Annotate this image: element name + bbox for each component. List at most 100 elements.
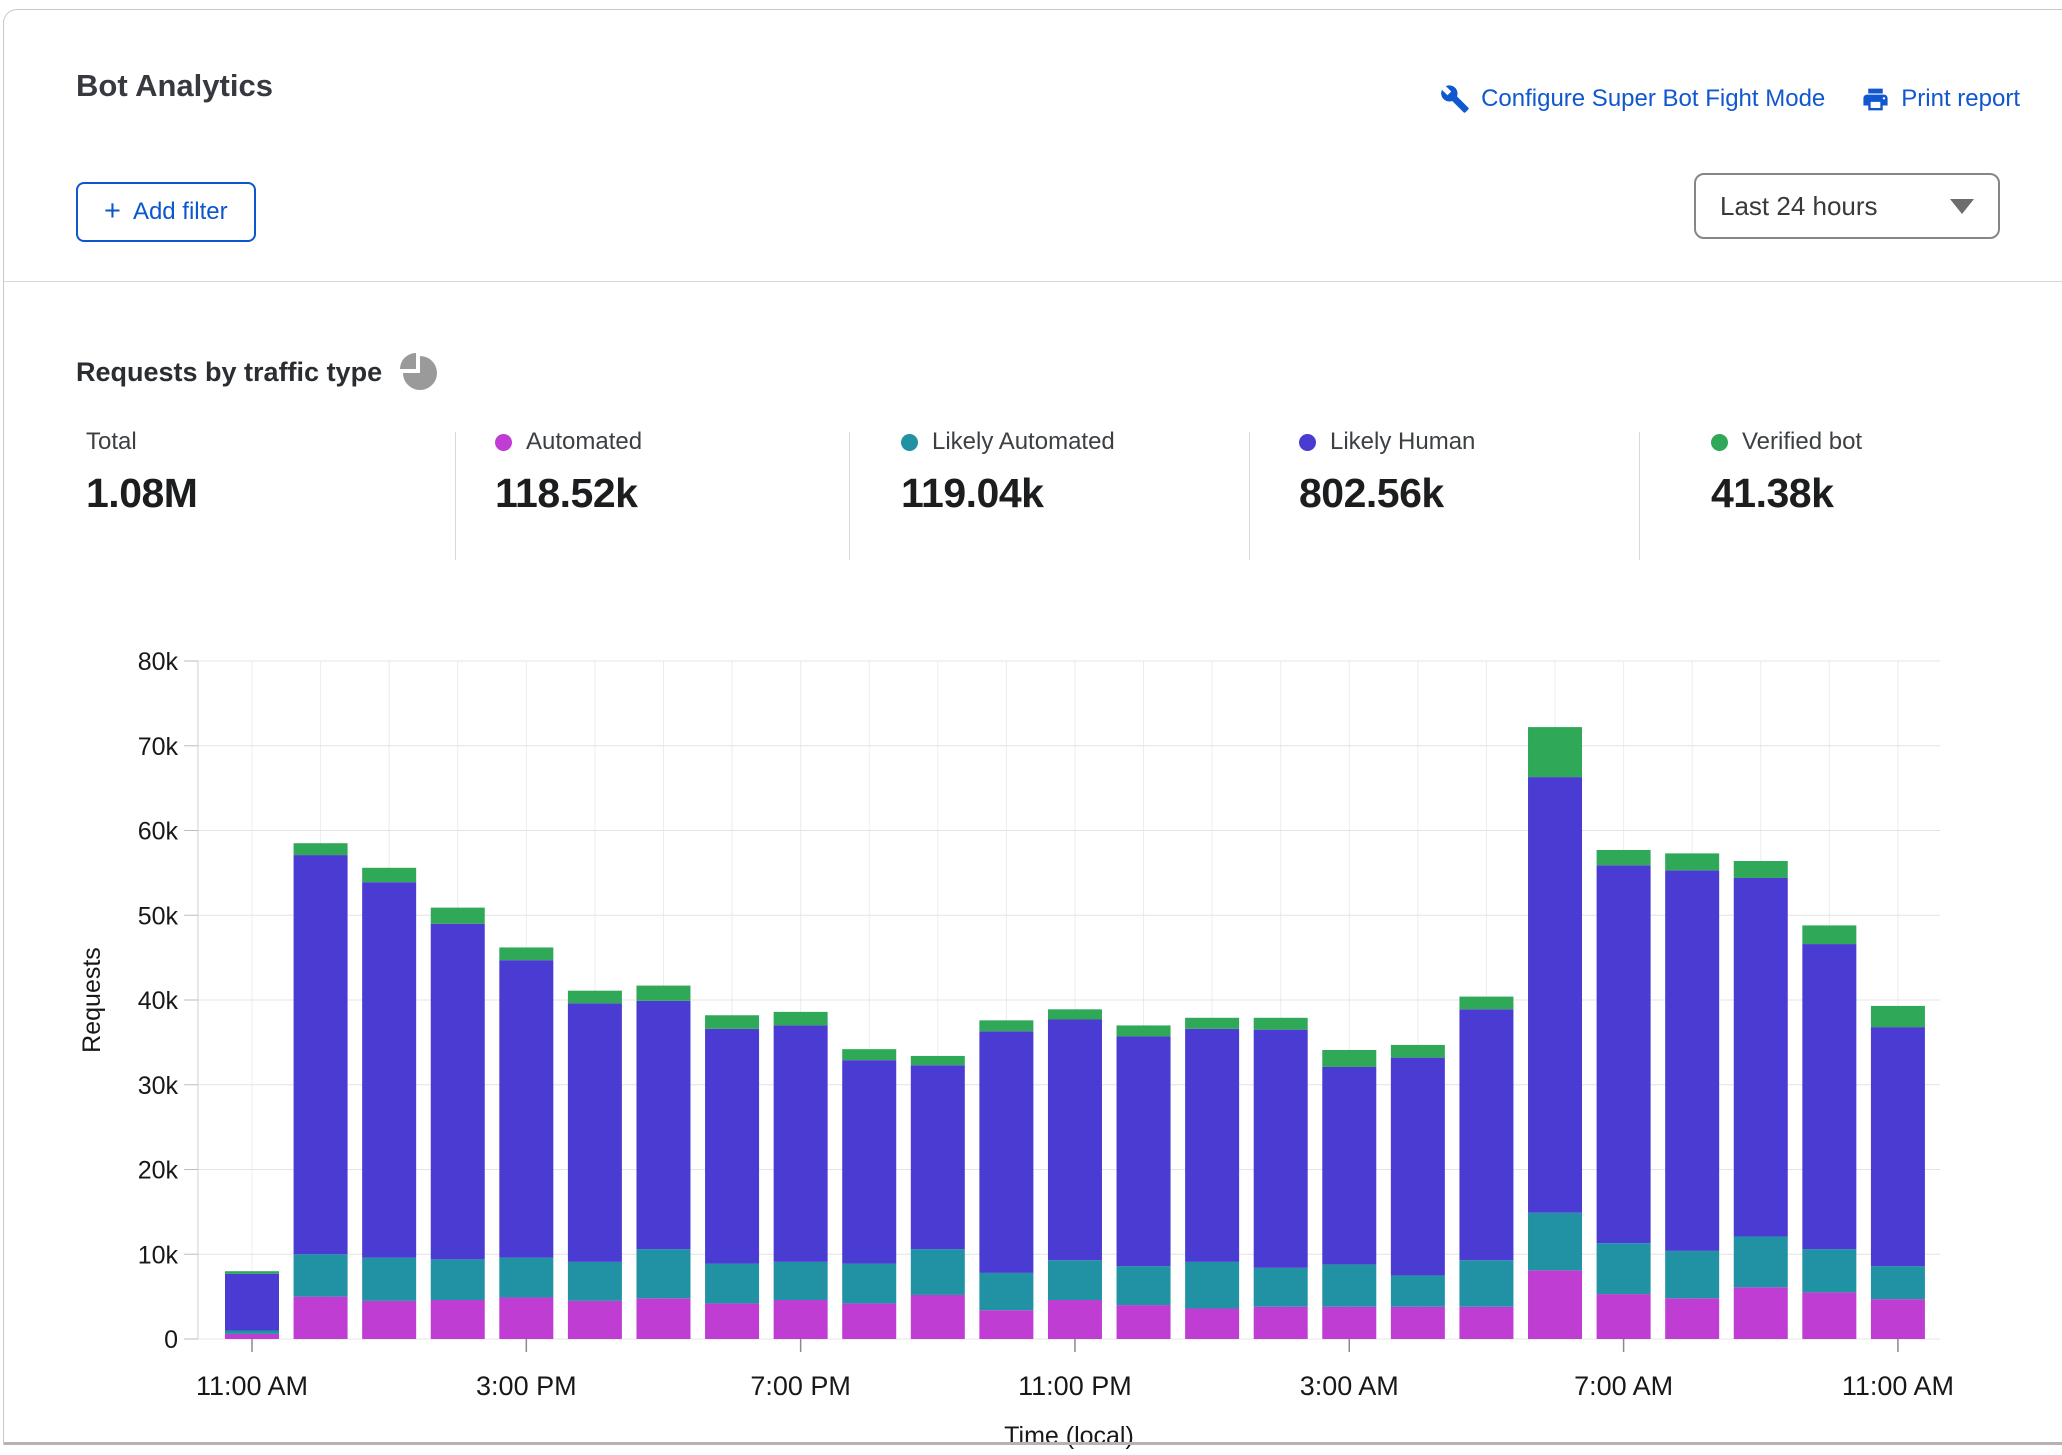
add-filter-button[interactable]: + Add filter — [76, 182, 256, 242]
bar-segment-likely-human[interactable] — [499, 960, 553, 1257]
bar-segment-likely-automated[interactable] — [1322, 1264, 1376, 1306]
bar-segment-likely-automated[interactable] — [294, 1254, 348, 1296]
bar-segment-verified-bot[interactable] — [1322, 1050, 1376, 1067]
bar-segment-likely-automated[interactable] — [636, 1249, 690, 1298]
bar-segment-verified-bot[interactable] — [1185, 1018, 1239, 1029]
bar-segment-automated[interactable] — [1802, 1292, 1856, 1339]
bar-segment-automated[interactable] — [1391, 1307, 1445, 1339]
bar-segment-likely-human[interactable] — [1391, 1058, 1445, 1276]
bar-segment-automated[interactable] — [568, 1301, 622, 1339]
bar-segment-likely-automated[interactable] — [1871, 1266, 1925, 1299]
bar-segment-automated[interactable] — [911, 1295, 965, 1339]
bar-segment-automated[interactable] — [1322, 1307, 1376, 1339]
time-range-select[interactable]: Last 24 hours — [1694, 173, 2000, 239]
bar-segment-automated[interactable] — [979, 1310, 1033, 1339]
bar-segment-likely-automated[interactable] — [1391, 1275, 1445, 1306]
bar-segment-likely-human[interactable] — [568, 1003, 622, 1261]
bar-segment-likely-human[interactable] — [1597, 865, 1651, 1243]
bar-segment-verified-bot[interactable] — [911, 1056, 965, 1065]
bar-segment-likely-human[interactable] — [1117, 1036, 1171, 1266]
bar-segment-automated[interactable] — [1734, 1287, 1788, 1339]
bar-segment-likely-automated[interactable] — [1459, 1260, 1513, 1307]
bar-segment-likely-automated[interactable] — [842, 1264, 896, 1304]
bar-segment-automated[interactable] — [636, 1298, 690, 1339]
bar-segment-likely-human[interactable] — [431, 924, 485, 1260]
bar-segment-automated[interactable] — [1528, 1270, 1582, 1339]
bar-segment-verified-bot[interactable] — [1254, 1018, 1308, 1030]
bar-segment-automated[interactable] — [294, 1297, 348, 1339]
bar-segment-likely-automated[interactable] — [225, 1331, 279, 1334]
bar-segment-likely-automated[interactable] — [911, 1249, 965, 1295]
bar-segment-likely-human[interactable] — [1802, 944, 1856, 1249]
bar-segment-likely-human[interactable] — [1665, 870, 1719, 1251]
bar-segment-likely-human[interactable] — [705, 1029, 759, 1264]
bar-segment-likely-human[interactable] — [1254, 1030, 1308, 1268]
bar-segment-verified-bot[interactable] — [705, 1015, 759, 1029]
bar-segment-automated[interactable] — [1185, 1308, 1239, 1339]
bar-segment-automated[interactable] — [499, 1297, 553, 1339]
bar-segment-likely-human[interactable] — [1734, 878, 1788, 1236]
bar-segment-likely-human[interactable] — [1048, 1019, 1102, 1260]
bar-segment-verified-bot[interactable] — [1597, 850, 1651, 865]
bar-segment-likely-human[interactable] — [774, 1025, 828, 1261]
bar-segment-verified-bot[interactable] — [1665, 853, 1719, 870]
bar-segment-verified-bot[interactable] — [1734, 861, 1788, 878]
bar-segment-likely-automated[interactable] — [774, 1262, 828, 1300]
bar-segment-verified-bot[interactable] — [362, 868, 416, 882]
bar-segment-automated[interactable] — [842, 1303, 896, 1339]
bar-segment-automated[interactable] — [1048, 1300, 1102, 1339]
bar-segment-automated[interactable] — [774, 1300, 828, 1339]
bar-segment-verified-bot[interactable] — [842, 1049, 896, 1060]
bar-segment-likely-automated[interactable] — [705, 1264, 759, 1304]
bar-segment-likely-human[interactable] — [1185, 1029, 1239, 1262]
bar-segment-likely-human[interactable] — [1528, 777, 1582, 1213]
bar-segment-verified-bot[interactable] — [1459, 997, 1513, 1010]
bar-segment-likely-human[interactable] — [911, 1065, 965, 1249]
configure-super-bot-fight-mode-link[interactable]: Configure Super Bot Fight Mode — [1440, 84, 1825, 114]
bar-segment-likely-automated[interactable] — [499, 1258, 553, 1298]
bar-segment-verified-bot[interactable] — [1391, 1045, 1445, 1058]
bar-segment-verified-bot[interactable] — [1528, 727, 1582, 777]
bar-segment-likely-automated[interactable] — [1528, 1213, 1582, 1271]
bar-segment-likely-automated[interactable] — [979, 1273, 1033, 1310]
bar-segment-likely-automated[interactable] — [362, 1258, 416, 1301]
bar-segment-automated[interactable] — [431, 1300, 485, 1339]
bar-segment-verified-bot[interactable] — [225, 1271, 279, 1274]
bar-segment-likely-human[interactable] — [842, 1060, 896, 1263]
bar-segment-verified-bot[interactable] — [294, 843, 348, 855]
bar-segment-verified-bot[interactable] — [1802, 925, 1856, 944]
bar-segment-likely-automated[interactable] — [1185, 1262, 1239, 1309]
traffic-chart[interactable]: 010k20k30k40k50k60k70k80k11:00 AM3:00 PM… — [64, 638, 1964, 1450]
bar-segment-verified-bot[interactable] — [568, 991, 622, 1004]
bar-segment-likely-automated[interactable] — [431, 1259, 485, 1300]
bar-segment-verified-bot[interactable] — [1048, 1009, 1102, 1019]
bar-segment-likely-automated[interactable] — [1048, 1260, 1102, 1300]
bar-segment-automated[interactable] — [1597, 1294, 1651, 1339]
bar-segment-verified-bot[interactable] — [431, 908, 485, 924]
bar-segment-likely-human[interactable] — [636, 1001, 690, 1249]
bar-segment-automated[interactable] — [1117, 1305, 1171, 1339]
bar-segment-likely-human[interactable] — [1871, 1027, 1925, 1266]
bar-segment-verified-bot[interactable] — [1871, 1006, 1925, 1027]
bar-segment-automated[interactable] — [705, 1303, 759, 1339]
bar-segment-likely-human[interactable] — [362, 882, 416, 1257]
bar-segment-likely-human[interactable] — [225, 1274, 279, 1331]
bar-segment-likely-automated[interactable] — [1597, 1243, 1651, 1294]
bar-segment-automated[interactable] — [1459, 1307, 1513, 1339]
bar-segment-likely-automated[interactable] — [1802, 1249, 1856, 1292]
bar-segment-automated[interactable] — [1254, 1307, 1308, 1339]
bar-segment-likely-automated[interactable] — [1254, 1268, 1308, 1307]
bar-segment-likely-human[interactable] — [1322, 1067, 1376, 1264]
bar-segment-automated[interactable] — [1871, 1299, 1925, 1339]
bar-segment-automated[interactable] — [225, 1334, 279, 1339]
bar-segment-likely-human[interactable] — [979, 1031, 1033, 1273]
bar-segment-automated[interactable] — [1665, 1298, 1719, 1339]
print-report-link[interactable]: Print report — [1861, 85, 2020, 114]
bar-segment-likely-automated[interactable] — [1117, 1266, 1171, 1305]
bar-segment-verified-bot[interactable] — [774, 1012, 828, 1026]
bar-segment-likely-automated[interactable] — [568, 1262, 622, 1301]
bar-segment-verified-bot[interactable] — [979, 1020, 1033, 1031]
bar-segment-verified-bot[interactable] — [1117, 1025, 1171, 1036]
bar-segment-automated[interactable] — [362, 1301, 416, 1339]
bar-segment-likely-human[interactable] — [294, 855, 348, 1254]
